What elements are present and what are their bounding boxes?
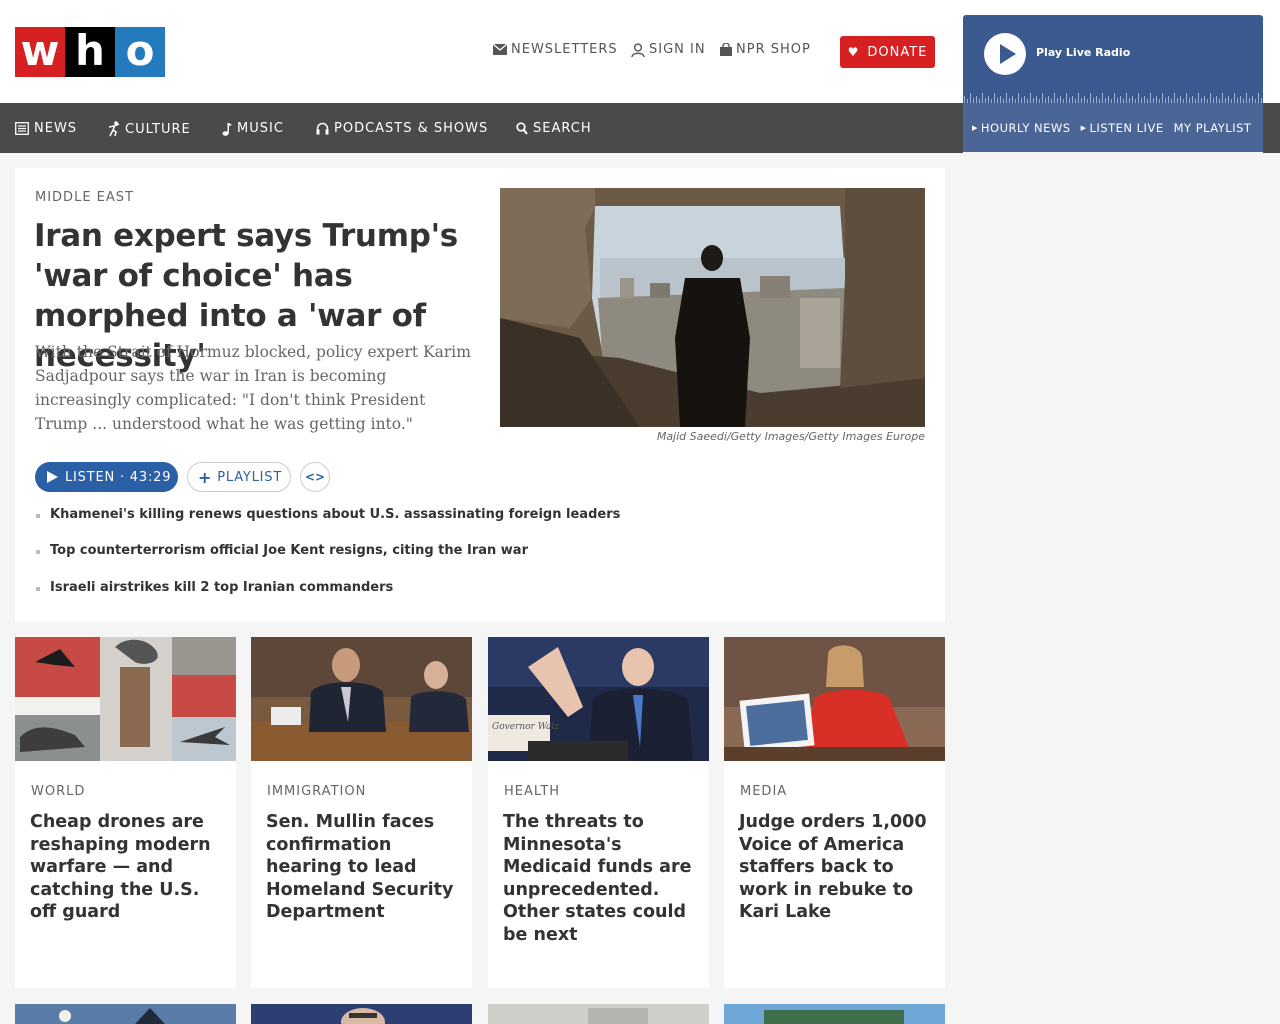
- envelope-icon: [493, 44, 507, 55]
- clipped-card-photo: [251, 1004, 472, 1024]
- play-icon: [47, 471, 58, 483]
- sign-in-link[interactable]: SIGN IN: [631, 42, 706, 57]
- nav-podcasts-label: PODCASTS & SHOWS: [334, 121, 489, 136]
- governor-testimony-photo: Governor Walz: [488, 637, 709, 761]
- story-card-headline[interactable]: Sen. Mullin faces confirmation hearing t…: [266, 811, 462, 924]
- nav-music[interactable]: MUSIC: [222, 121, 284, 136]
- listen-label: LISTEN · 43:29: [65, 469, 172, 485]
- logo-letter-w: w: [15, 27, 65, 77]
- play-arrow-icon: ▶: [972, 123, 978, 132]
- story-card-image[interactable]: [724, 1004, 945, 1024]
- npr-shop-label: NPR SHOP: [736, 42, 811, 57]
- nameplate-text: Governor Walz: [492, 722, 559, 732]
- story-card-headline[interactable]: Cheap drones are reshaping modern warfar…: [30, 811, 226, 924]
- npr-shop-link[interactable]: NPR SHOP: [720, 42, 811, 57]
- shopping-bag-icon: [720, 43, 732, 56]
- story-card: MEDIA Judge orders 1,000 Voice of Americ…: [724, 637, 945, 988]
- search-icon: [516, 122, 528, 135]
- senate-hearing-photo: [251, 637, 472, 761]
- embed-code-icon[interactable]: <>: [300, 462, 330, 492]
- story-card-image[interactable]: [15, 637, 236, 761]
- live-radio-player: Play Live Radio ▶ HOURLY NEWS ▶ LISTEN LIV…: [963, 15, 1263, 152]
- add-to-playlist-button[interactable]: + PLAYLIST: [187, 462, 291, 492]
- story-card-headline[interactable]: The threats to Minnesota's Medicaid fund…: [503, 811, 699, 947]
- nav-music-label: MUSIC: [237, 121, 284, 136]
- story-card-image[interactable]: [724, 637, 945, 761]
- player-links: ▶ HOURLY NEWS ▶ LISTEN LIVE MY PLAYLIST: [963, 103, 1263, 152]
- lead-story: MIDDLE EAST Iran expert says Trump's 'wa…: [15, 168, 945, 622]
- sign-in-label: SIGN IN: [649, 42, 706, 57]
- story-card-slug[interactable]: HEALTH: [504, 784, 560, 799]
- nav-podcasts-shows[interactable]: PODCASTS & SHOWS: [316, 121, 488, 136]
- story-card-image[interactable]: [251, 637, 472, 761]
- newspaper-icon: [15, 122, 29, 135]
- story-card-image[interactable]: [251, 1004, 472, 1024]
- donate-label: DONATE: [867, 44, 928, 60]
- drones-collage-photo: [15, 637, 236, 761]
- story-card: IMMIGRATION Sen. Mullin faces confirmati…: [251, 637, 472, 988]
- lead-story-slug[interactable]: MIDDLE EAST: [35, 190, 134, 205]
- play-icon[interactable]: [984, 33, 1026, 75]
- logo-letter-o: o: [115, 27, 165, 77]
- lead-story-teaser[interactable]: With the Strait of Hormuz blocked, polic…: [35, 340, 475, 436]
- nav-culture-label: CULTURE: [125, 121, 191, 137]
- donate-button[interactable]: ♥ DONATE: [840, 36, 935, 68]
- story-card-headline[interactable]: Judge orders 1,000 Voice of America staf…: [739, 811, 935, 924]
- headphones-icon: [316, 122, 329, 135]
- play-live-radio-label[interactable]: Play Live Radio: [1036, 46, 1130, 59]
- hourly-news-label: HOURLY NEWS: [980, 120, 1071, 135]
- story-card-image[interactable]: [488, 1004, 709, 1024]
- nav-culture[interactable]: CULTURE: [108, 121, 191, 137]
- hourly-news-link[interactable]: ▶ HOURLY NEWS: [972, 121, 1071, 135]
- story-card-image[interactable]: [15, 1004, 236, 1024]
- music-note-icon: [222, 122, 232, 136]
- nav-news[interactable]: NEWS: [15, 121, 77, 136]
- story-card-slug[interactable]: WORLD: [31, 784, 85, 799]
- listen-live-link[interactable]: ▶ LISTEN LIVE: [1081, 121, 1164, 135]
- lead-story-image[interactable]: [500, 188, 925, 427]
- nav-bar-edge: [1263, 103, 1280, 153]
- logo-letter-h: h: [65, 27, 115, 77]
- listen-button[interactable]: LISTEN · 43:29: [35, 462, 178, 492]
- clipped-card-photo: [724, 1004, 945, 1024]
- play-arrow-icon: ▶: [1080, 123, 1087, 132]
- related-link-2[interactable]: Top counterterrorism official Joe Kent r…: [35, 543, 635, 558]
- newsletters-label: NEWSLETTERS: [511, 42, 618, 57]
- story-card-image[interactable]: Governor Walz: [488, 637, 709, 761]
- user-icon: [631, 42, 645, 57]
- kari-lake-hearing-photo: [724, 637, 945, 761]
- listen-live-label: LISTEN LIVE: [1089, 120, 1164, 135]
- story-card: WORLD Cheap drones are reshaping modern …: [15, 637, 236, 988]
- clipped-card-photo: [15, 1004, 236, 1024]
- nav-search-label: SEARCH: [533, 121, 592, 136]
- my-playlist-link[interactable]: MY PLAYLIST: [1174, 121, 1252, 135]
- heart-icon: ♥: [847, 45, 860, 59]
- related-link-3[interactable]: Israeli airstrikes kill 2 top Iranian co…: [35, 580, 635, 595]
- story-card-slug[interactable]: IMMIGRATION: [267, 784, 366, 799]
- playlist-label: PLAYLIST: [217, 469, 283, 485]
- nav-search[interactable]: SEARCH: [516, 121, 592, 136]
- story-card: Governor Walz HEALTH The threats to Minn…: [488, 637, 709, 988]
- newsletters-link[interactable]: NEWSLETTERS: [493, 42, 618, 57]
- lead-image-credit: Majid Saeedi/Getty Images/Getty Images E…: [656, 430, 925, 443]
- bombed-room-photo: [500, 188, 925, 427]
- clipped-card-photo: [488, 1004, 709, 1024]
- dancer-icon: [108, 121, 120, 137]
- plus-icon: +: [198, 467, 213, 487]
- story-card-slug[interactable]: MEDIA: [740, 784, 787, 799]
- nav-news-label: NEWS: [34, 121, 78, 136]
- station-logo[interactable]: w h o: [15, 27, 165, 77]
- related-link-1[interactable]: Khamenei's killing renews questions abou…: [35, 507, 635, 522]
- main-nav: NEWS CULTURE MUSIC PODCASTS & SHOWS SEAR…: [0, 103, 963, 153]
- audio-waveform-decoration: [963, 87, 1263, 103]
